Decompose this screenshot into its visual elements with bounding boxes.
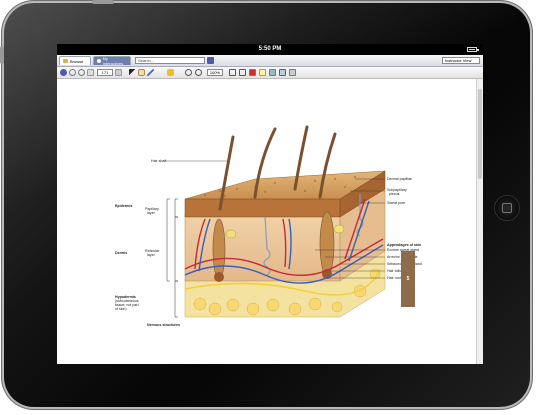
label-subpapillary-2: plexus [389, 192, 400, 196]
label-hair-shaft: Hair shaft [151, 159, 167, 163]
zoom-out-icon[interactable] [195, 69, 202, 76]
prev-page-icon[interactable] [69, 69, 76, 76]
highlighter-icon[interactable] [167, 69, 174, 76]
label-epidermis: Epidermis [115, 204, 133, 208]
page-number-field[interactable]: 171 [97, 69, 113, 76]
label-hair-root: Hair root [387, 276, 401, 280]
toolbar: 171 100% [57, 67, 483, 79]
status-bar: 5:50 PM [57, 44, 483, 55]
back-icon[interactable] [60, 69, 67, 76]
tab-bar: Browse My Interactives Search... Instruc… [57, 55, 483, 67]
link-icon[interactable] [279, 69, 286, 76]
page-list-icon[interactable] [87, 69, 94, 76]
view-select[interactable]: Instructor View [442, 57, 480, 64]
pen-icon[interactable] [147, 69, 154, 76]
page-go-icon[interactable] [115, 69, 122, 76]
book-icon [63, 59, 68, 63]
label-dermis: Dermis [115, 251, 128, 255]
zoom-in-icon[interactable] [185, 69, 192, 76]
image-icon[interactable] [269, 69, 276, 76]
page-tab[interactable]: 5 [401, 251, 415, 307]
tab-browse[interactable]: Browse [59, 56, 91, 65]
label-nervous-structures: Nervous structures [147, 323, 180, 327]
bookmark-icon[interactable] [249, 69, 256, 76]
side-switch[interactable] [0, 46, 4, 64]
interactive-icon [97, 59, 101, 63]
label-sweat-pore: Sweat pore [387, 201, 406, 205]
tab-my-interactives-label: My Interactives [102, 56, 124, 66]
fit-page-icon[interactable] [229, 69, 236, 76]
search-button[interactable] [207, 57, 214, 64]
label-papillary-2: layer [147, 211, 155, 215]
print-icon[interactable] [289, 69, 296, 76]
power-button[interactable] [92, 0, 114, 4]
label-dermal-papillae: Dermal papillae [387, 177, 412, 181]
note-icon[interactable] [259, 69, 266, 76]
home-button[interactable] [495, 196, 519, 220]
label-hypodermis-sub-3: of skin) [115, 307, 127, 311]
tablet-screen: 5:50 PM Browse My Interactives Search...… [57, 44, 483, 364]
label-appendages: Appendages of skin [387, 243, 422, 247]
vertical-scrollbar[interactable] [476, 79, 483, 364]
next-page-icon[interactable] [78, 69, 85, 76]
pointer-icon[interactable] [129, 69, 136, 76]
status-time: 5:50 PM [258, 46, 282, 52]
hand-icon[interactable] [138, 69, 145, 76]
tab-my-interactives[interactable]: My Interactives [93, 56, 131, 66]
tab-browse-label: Browse [70, 58, 84, 64]
search-input[interactable]: Search... [135, 57, 205, 64]
fit-width-icon[interactable] [239, 69, 246, 76]
page-content: Hair shaft Epidermis Papillary layer Der… [57, 79, 477, 364]
label-reticular-2: layer [147, 253, 155, 257]
skin-diagram [165, 125, 386, 318]
scroll-thumb[interactable] [478, 89, 482, 179]
skin-illustration: Hair shaft Epidermis Papillary layer Der… [115, 99, 422, 329]
battery-icon [467, 47, 479, 52]
zoom-field[interactable]: 100% [207, 69, 223, 76]
